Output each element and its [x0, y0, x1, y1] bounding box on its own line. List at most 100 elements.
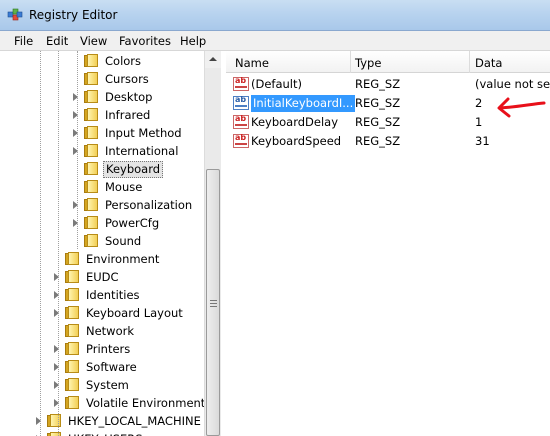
- folder-icon: [84, 108, 99, 122]
- folder-icon: [65, 288, 80, 302]
- tree-item[interactable]: Environment: [0, 250, 204, 268]
- column-header-type[interactable]: Type: [355, 56, 381, 70]
- tree-item-label: Mouse: [105, 180, 143, 194]
- tree-item[interactable]: Sound: [0, 232, 204, 250]
- tree-item[interactable]: Printers: [0, 340, 204, 358]
- tree-item-label: System: [86, 378, 129, 392]
- tree-item-label: Infrared: [105, 108, 151, 122]
- tree-item[interactable]: EUDC: [0, 268, 204, 286]
- value-type: REG_SZ: [355, 134, 401, 148]
- tree-guide-line: [40, 51, 41, 436]
- menu-file[interactable]: File: [14, 34, 33, 48]
- tree-item[interactable]: HKEY_LOCAL_MACHINE: [0, 412, 204, 430]
- value-row[interactable]: ab KeyboardSpeed REG_SZ 31: [226, 132, 550, 151]
- tree-item-label: HKEY_LOCAL_MACHINE: [68, 414, 201, 428]
- column-header-row: Name Type Data: [226, 51, 550, 73]
- tree-item[interactable]: International: [0, 142, 204, 160]
- tree-item-label: Volatile Environment: [86, 396, 206, 410]
- value-name: (Default): [251, 77, 302, 91]
- tree-guide-line: [58, 51, 59, 436]
- column-divider[interactable]: [469, 51, 470, 73]
- folder-icon: [65, 252, 80, 266]
- tree-item[interactable]: Cursors: [0, 70, 204, 88]
- folder-icon: [84, 90, 99, 104]
- string-value-icon: ab: [233, 115, 249, 129]
- tree-guide-line: [77, 51, 78, 249]
- folder-icon: [84, 54, 99, 68]
- grip-line: [210, 300, 217, 301]
- menu-favorites[interactable]: Favorites: [119, 34, 171, 48]
- tree-item[interactable]: Identities: [0, 286, 204, 304]
- scroll-up-button[interactable]: [205, 51, 221, 68]
- folder-icon: [84, 216, 99, 230]
- tree-item-label: Environment: [86, 252, 160, 266]
- folder-icon: [84, 180, 99, 194]
- folder-icon: [65, 342, 80, 356]
- scroll-thumb[interactable]: [206, 169, 220, 436]
- window-title: Registry Editor: [29, 8, 118, 22]
- tree-item[interactable]: Keyboard Layout: [0, 304, 204, 322]
- tree-item-label: HKEY_USERS: [66, 430, 145, 436]
- tree-item-label: Desktop: [105, 90, 153, 104]
- tree-item-label: Printers: [86, 342, 131, 356]
- menu-edit[interactable]: Edit: [46, 34, 68, 48]
- string-value-icon: ab: [233, 134, 249, 148]
- folder-icon: [65, 360, 80, 374]
- tree-item-label: Network: [86, 324, 135, 338]
- folder-icon: [65, 270, 80, 284]
- folder-icon: [84, 144, 99, 158]
- value-data: (value not set): [475, 77, 550, 91]
- tree-item-label: Identities: [86, 288, 140, 302]
- tree-item[interactable]: System: [0, 376, 204, 394]
- tree-item[interactable]: Volatile Environment: [0, 394, 206, 412]
- column-divider[interactable]: [350, 51, 351, 73]
- menu-view[interactable]: View: [80, 34, 107, 48]
- tree-item[interactable]: Personalization: [0, 196, 204, 214]
- folder-icon: [65, 306, 80, 320]
- tree-item[interactable]: Network: [0, 322, 204, 340]
- string-value-icon: ab: [233, 77, 249, 91]
- value-data: 31: [475, 134, 490, 148]
- tree-item[interactable]: Mouse: [0, 178, 204, 196]
- value-name: KeyboardSpeed: [251, 134, 342, 148]
- tree-item-label: Keyboard: [103, 161, 164, 178]
- folder-icon: [84, 198, 99, 212]
- tree-item-label: PowerCfg: [105, 216, 160, 230]
- value-type: REG_SZ: [355, 77, 401, 91]
- value-name: KeyboardDelay: [251, 115, 339, 129]
- tree-item[interactable]: Software: [0, 358, 204, 376]
- tree-vertical-scrollbar[interactable]: [204, 51, 221, 436]
- tree-item[interactable]: Input Method: [0, 124, 204, 142]
- tree-item-label: Cursors: [105, 72, 149, 86]
- tree-item[interactable]: HKEY_USERS: [0, 430, 204, 436]
- menu-help[interactable]: Help: [180, 34, 206, 48]
- tree-item-label: International: [105, 144, 179, 158]
- tree-item-label: Colors: [105, 54, 142, 68]
- tree-item-label: EUDC: [86, 270, 119, 284]
- tree-item[interactable]: PowerCfg: [0, 214, 204, 232]
- tree-item[interactable]: Keyboard: [0, 160, 204, 178]
- folder-icon: [47, 414, 62, 428]
- folder-icon: [84, 72, 99, 86]
- title-bar[interactable]: Registry Editor: [0, 0, 550, 31]
- value-type: REG_SZ: [355, 96, 401, 110]
- folder-icon: [84, 162, 99, 176]
- folder-icon: [47, 432, 62, 436]
- string-value-icon: ab: [233, 96, 249, 110]
- column-header-name[interactable]: Name: [235, 56, 269, 70]
- value-row[interactable]: ab(Default) REG_SZ (value not set): [226, 75, 550, 94]
- registry-tree[interactable]: Colors Cursors Desktop Infrared Input Method…: [0, 51, 221, 436]
- menu-bar: File Edit View Favorites Help: [0, 31, 550, 51]
- tree-item-label: Keyboard Layout: [86, 306, 183, 320]
- red-arrow-annotation: [497, 97, 546, 118]
- tree-item[interactable]: Colors: [0, 52, 204, 70]
- column-header-data[interactable]: Data: [475, 56, 502, 70]
- tree-item[interactable]: Infrared: [0, 106, 204, 124]
- value-type: REG_SZ: [355, 115, 401, 129]
- tree-item[interactable]: Desktop: [0, 88, 204, 106]
- folder-icon: [84, 126, 99, 140]
- tree-item-label: Software: [86, 360, 137, 374]
- folder-icon: [65, 324, 80, 338]
- value-data: 2: [475, 96, 483, 110]
- tree-item-label: Input Method: [105, 126, 182, 140]
